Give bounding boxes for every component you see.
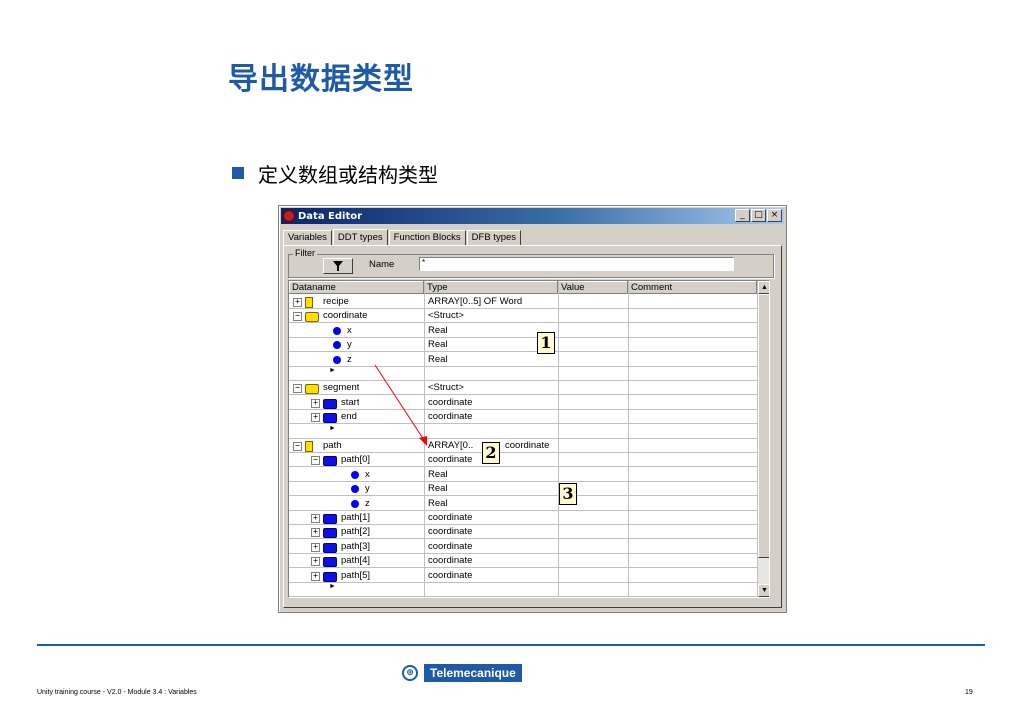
telemecanique-mark-icon: ⊕: [402, 665, 418, 681]
callout-2: 2: [482, 442, 500, 464]
footer-course-text: Unity training course - V2.0 - Module 3.…: [37, 689, 197, 696]
brand-logo: ⊕ Telemecanique: [402, 664, 522, 682]
footer-divider: [37, 644, 985, 646]
page-number: 19: [965, 689, 973, 696]
callout-3: 3: [559, 483, 577, 505]
callout-1: 1: [537, 332, 555, 354]
annotation-arrow: [374, 364, 427, 446]
logo-text: Telemecanique: [424, 664, 522, 682]
